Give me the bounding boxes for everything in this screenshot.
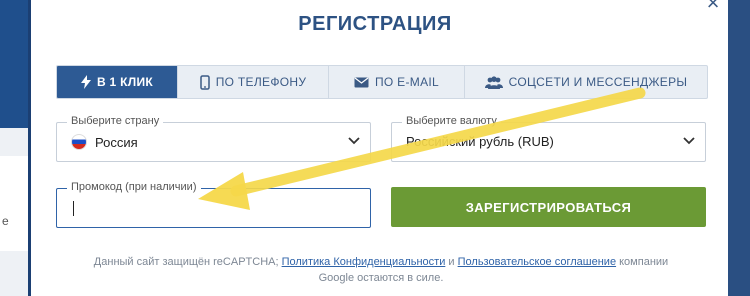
tab-phone[interactable]: ПО ТЕЛЕФОНУ	[178, 66, 329, 98]
currency-select[interactable]: Выберите валюту Российский рубль (RUB)	[391, 115, 706, 162]
tab-social[interactable]: СОЦСЕТИ И МЕССЕНДЖЕРЫ	[465, 66, 707, 98]
chevron-down-icon	[683, 137, 695, 145]
country-select[interactable]: Выберите страну Россия	[56, 115, 371, 162]
russia-flag-icon	[71, 134, 87, 150]
legal-prefix: Данный сайт защищён reCAPTCHA;	[93, 256, 279, 268]
background-right	[728, 0, 750, 296]
tab-email[interactable]: ПО E-MAIL	[329, 66, 465, 98]
modal-title: РЕГИСТРАЦИЯ	[298, 13, 452, 35]
tab-one-click[interactable]: В 1 КЛИК	[57, 66, 178, 98]
legal-and: и	[448, 256, 455, 268]
country-label: Выберите страну	[67, 115, 164, 127]
terms-link[interactable]: Пользовательское соглашение	[458, 256, 616, 268]
legal-suffix: компании	[619, 256, 669, 268]
registration-tabs: В 1 КЛИК ПО ТЕЛЕФОНУ ПО E-MAIL СОЦСЕТИ И…	[56, 65, 708, 99]
tab-label: В 1 КЛИК	[96, 75, 154, 89]
currency-value: Российский рубль (RUB)	[406, 134, 554, 149]
users-icon	[484, 75, 503, 89]
privacy-policy-link[interactable]: Политика Конфиденциальности	[282, 256, 446, 268]
country-value-wrap: Россия	[71, 134, 138, 150]
lightning-icon	[80, 75, 91, 89]
tab-label: ПО E-MAIL	[374, 75, 439, 89]
text-caret	[73, 201, 74, 216]
promo-code-input[interactable]	[69, 197, 353, 221]
promo-label: Промокод (при наличии)	[67, 181, 201, 193]
close-icon[interactable]: ×	[704, 0, 722, 14]
background-card	[0, 156, 28, 251]
currency-label: Выберите валюту	[402, 115, 501, 127]
tab-label: ПО ТЕЛЕФОНУ	[215, 75, 307, 89]
phone-icon	[199, 74, 210, 90]
currency-value-wrap: Российский рубль (RUB)	[406, 134, 554, 149]
promo-code-field[interactable]: Промокод (при наличии)	[56, 181, 371, 228]
tab-label: СОЦСЕТИ И МЕССЕНДЖЕРЫ	[508, 75, 688, 89]
country-value: Россия	[95, 134, 138, 150]
recaptcha-notice: Данный сайт защищён reCAPTCHA; Политика …	[56, 254, 706, 286]
chevron-down-icon	[348, 137, 360, 145]
legal-line2: Google остаются в силе.	[318, 272, 444, 284]
background-text: e	[2, 214, 9, 228]
register-button[interactable]: ЗАРЕГИСТРИРОВАТЬСЯ	[391, 187, 706, 227]
envelope-icon	[354, 77, 369, 87]
